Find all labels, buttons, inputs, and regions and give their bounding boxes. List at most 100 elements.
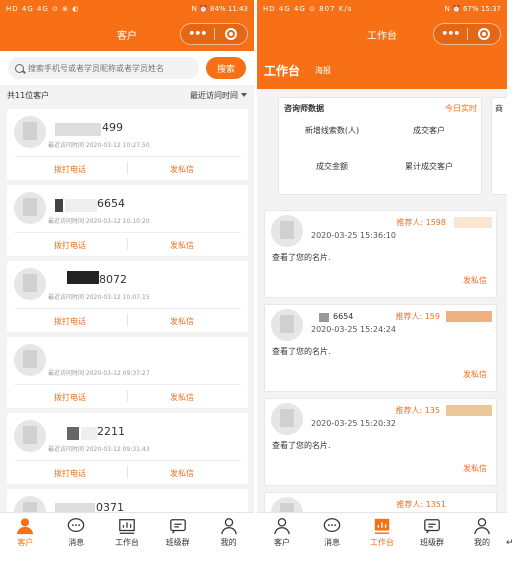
group-chat-icon: [169, 519, 186, 534]
chat-bubble-icon: [323, 518, 341, 533]
visit-time: 最近访问时间 2020-03-12 10:07:15: [48, 294, 150, 301]
referrer: 推荐人: 159: [395, 312, 440, 321]
return-mark: ↵: [506, 538, 514, 548]
visit-time: 最近访问时间 2020-03-12 10:10:20: [48, 218, 150, 225]
referrer: 推荐人: 1351: [396, 500, 446, 509]
customer-card[interactable]: 最近访问时间 2020-03-12 09:37:27 拨打电话 发私信: [7, 337, 248, 408]
workbench-screen: HD 4G 4G ⊙ 807 K/s N ⏰ 67% 15:37 工作台 •••…: [257, 0, 507, 550]
referrer: 推荐人: 1598: [396, 218, 446, 227]
lead-item[interactable]: 推荐人: 1598 2020-03-25 15:36:10 查看了您的名片. 发…: [264, 210, 497, 298]
miniapp-capsule: •••: [433, 23, 501, 45]
message-button[interactable]: 发私信: [170, 316, 194, 327]
tab-mine[interactable]: 我的: [203, 513, 254, 550]
group-chat-icon: [424, 519, 440, 534]
avatar: [14, 116, 46, 148]
search-box: [8, 57, 199, 79]
person-icon: [17, 518, 34, 535]
next-stats-card: 商: [491, 97, 507, 195]
lead-text: 查看了您的名片.: [272, 347, 331, 356]
tab-workbench-main[interactable]: 工作台: [264, 62, 300, 79]
chevron-down-icon: [241, 93, 247, 97]
avatar: [271, 403, 303, 435]
more-icon[interactable]: •••: [434, 24, 467, 44]
message-button[interactable]: 发私信: [170, 240, 194, 251]
stat-new-leads: 新增线索数(人): [304, 126, 360, 135]
lead-time: 2020-03-25 15:24:24: [311, 325, 396, 334]
close-miniapp-icon[interactable]: [215, 28, 248, 40]
title-bar: 客户 •••: [0, 17, 254, 51]
customer-phone: 6654: [97, 197, 125, 210]
lead-text: 查看了您的名片.: [272, 253, 331, 262]
visit-time: 最近访问时间 2020-03-12 09:31:43: [48, 446, 150, 453]
lead-time: 2020-03-25 15:36:10: [311, 231, 396, 240]
lead-name: 6654: [333, 312, 354, 321]
customer-phone: 2211: [97, 425, 125, 438]
sub-tabs: 工作台 海报: [257, 51, 507, 89]
tab-mine[interactable]: 我的: [457, 513, 507, 550]
sort-dropdown[interactable]: 最近访问时间: [190, 90, 247, 101]
tab-messages[interactable]: 消息: [307, 513, 357, 550]
tab-bar: 客户 消息 工作台 班级群 我的: [0, 512, 254, 550]
customer-card[interactable]: 6654 最近访问时间 2020-03-12 10:10:20 拨打电话 发私信: [7, 185, 248, 256]
search-button[interactable]: 搜索: [206, 57, 246, 79]
avatar: [14, 192, 46, 224]
call-button[interactable]: 拨打电话: [54, 240, 86, 251]
visit-time: 最近访问时间 2020-03-12 10:27:50: [48, 142, 150, 149]
message-button[interactable]: 发私信: [463, 369, 487, 380]
avatar: [14, 420, 46, 452]
title-bar: 工作台 •••: [257, 17, 507, 51]
chat-bubble-icon: [67, 518, 85, 533]
tab-class-group[interactable]: 班级群: [407, 513, 457, 550]
customer-card[interactable]: 8072 最近访问时间 2020-03-12 10:07:15 拨打电话 发私信: [7, 261, 248, 332]
customer-phone: 8072: [99, 273, 127, 286]
stat-total-customers: 累计成交客户: [405, 162, 453, 171]
tab-bar: 客户 消息 工作台 班级群 我的: [257, 512, 507, 550]
close-miniapp-icon[interactable]: [468, 28, 501, 40]
message-button[interactable]: 发私信: [463, 463, 487, 474]
referrer: 推荐人: 135: [395, 406, 440, 415]
user-icon: [220, 518, 237, 535]
list-header: 共11位客户 最近访问时间: [0, 85, 254, 105]
lead-item[interactable]: 推荐人: 135 2020-03-25 15:20:32 查看了您的名片. 发私…: [264, 398, 497, 486]
miniapp-capsule: •••: [180, 23, 248, 45]
call-button[interactable]: 拨打电话: [54, 316, 86, 327]
avatar: [271, 309, 303, 341]
tab-customers[interactable]: 客户: [0, 513, 51, 550]
message-button[interactable]: 发私信: [170, 164, 194, 175]
lead-text: 查看了您的名片.: [272, 441, 331, 450]
chart-board-icon: [119, 519, 135, 534]
tab-class-group[interactable]: 班级群: [152, 513, 203, 550]
avatar: [14, 268, 46, 300]
call-button[interactable]: 拨打电话: [54, 392, 86, 403]
status-bar: HD 4G 4G ⊙ 807 K/s N ⏰ 67% 15:37: [257, 0, 507, 17]
lead-item[interactable]: 6654 推荐人: 159 2020-03-25 15:24:24 查看了您的名…: [264, 304, 497, 392]
customer-phone: 499: [102, 121, 123, 134]
tab-workbench[interactable]: 工作台: [102, 513, 153, 550]
tab-poster[interactable]: 海报: [315, 65, 331, 76]
status-left: HD 4G 4G ⊙ 807 K/s: [263, 4, 353, 13]
page-title: 工作台: [367, 30, 397, 42]
consultant-stats-card: 咨询师数据 今日实时 新增线索数(人) 成交客户 成交金额 累计成交客户: [278, 97, 482, 195]
customer-card[interactable]: 2211 最近访问时间 2020-03-12 09:31:43 拨打电话 发私信: [7, 413, 248, 484]
message-button[interactable]: 发私信: [170, 468, 194, 479]
tab-messages[interactable]: 消息: [51, 513, 102, 550]
call-button[interactable]: 拨打电话: [54, 164, 86, 175]
message-button[interactable]: 发私信: [463, 275, 487, 286]
stat-deal-customers: 成交客户: [413, 126, 445, 135]
status-left: HD 4G 4G ⊙ ⊗ ◐: [6, 4, 80, 13]
customer-card[interactable]: 499 最近访问时间 2020-03-12 10:27:50 拨打电话 发私信: [7, 109, 248, 180]
message-button[interactable]: 发私信: [170, 392, 194, 403]
tab-customers[interactable]: 客户: [257, 513, 307, 550]
search-input[interactable]: [28, 63, 178, 73]
call-button[interactable]: 拨打电话: [54, 468, 86, 479]
search-row: 搜索: [0, 51, 254, 85]
avatar: [271, 215, 303, 247]
realtime-label: 今日实时: [445, 104, 477, 113]
avatar: [14, 344, 46, 376]
user-icon: [474, 518, 490, 535]
more-icon[interactable]: •••: [181, 24, 214, 44]
customer-screen: HD 4G 4G ⊙ ⊗ ◐ N ⏰ 84% 11:43 客户 ••• 搜索 共…: [0, 0, 254, 550]
tab-workbench[interactable]: 工作台: [357, 513, 407, 550]
stats-title: 咨询师数据: [284, 104, 324, 113]
stat-deal-amount: 成交金额: [316, 162, 348, 171]
